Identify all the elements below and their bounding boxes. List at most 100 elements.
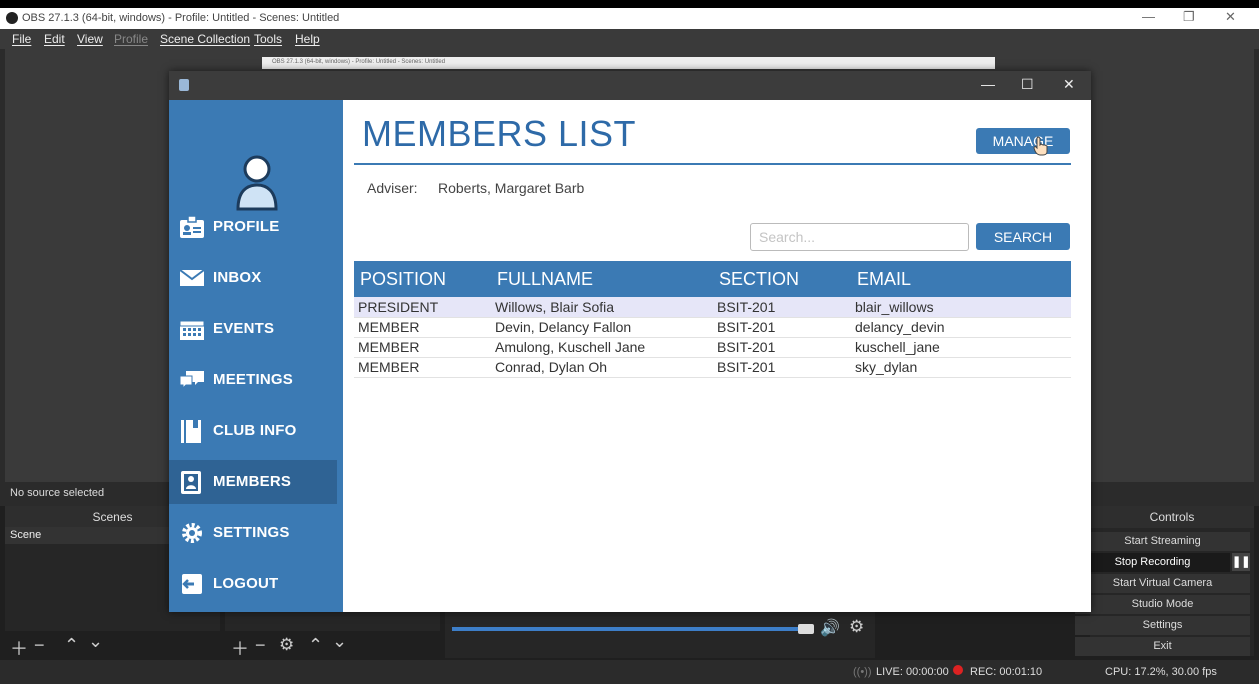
recording-dot-icon xyxy=(953,665,963,675)
search-input[interactable] xyxy=(750,223,969,251)
column-header-position[interactable]: POSITION xyxy=(354,261,491,297)
members-table: POSITION FULLNAME SECTION EMAIL PRESIDEN… xyxy=(354,261,1071,378)
chat-bubbles-icon xyxy=(179,371,204,390)
column-header-fullname[interactable]: FULLNAME xyxy=(491,261,713,297)
sidebar-item-settings[interactable]: SETTINGS xyxy=(169,511,337,555)
cell-fullname: Amulong, Kuschell Jane xyxy=(491,337,713,358)
adviser-name: Roberts, Margaret Barb xyxy=(438,180,585,196)
pause-recording-button[interactable]: ❚❚ xyxy=(1232,553,1250,571)
cell-fullname: Conrad, Dylan Oh xyxy=(491,357,713,378)
exit-button[interactable]: Exit xyxy=(1075,637,1250,656)
source-properties-gear-icon[interactable]: ⚙ xyxy=(279,635,294,655)
no-source-label: No source selected xyxy=(10,487,105,499)
menu-file[interactable]: File xyxy=(12,32,31,46)
cell-position: MEMBER xyxy=(354,337,491,358)
cell-fullname: Devin, Delancy Fallon xyxy=(491,317,713,338)
sidebar-item-logout[interactable]: LOGOUT xyxy=(169,562,337,606)
sidebar-item-label: PROFILE xyxy=(213,218,280,235)
stop-recording-button[interactable]: Stop Recording xyxy=(1075,553,1230,572)
menu-tools[interactable]: Tools xyxy=(254,32,282,46)
scene-item-label: Scene xyxy=(10,529,42,541)
volume-slider-handle[interactable] xyxy=(798,624,814,634)
search-button[interactable]: SEARCH xyxy=(976,223,1070,250)
gear-icon xyxy=(182,523,202,543)
table-row[interactable]: PRESIDENT Willows, Blair Sofia BSIT-201 … xyxy=(354,297,1071,318)
obs-menubar: File Edit View Profile Scene Collection … xyxy=(0,29,1259,49)
cell-section: BSIT-201 xyxy=(713,357,851,378)
sidebar-item-label: LOGOUT xyxy=(213,575,279,592)
cell-section: BSIT-201 xyxy=(713,317,851,338)
add-scene-icon[interactable]: ＋ xyxy=(10,635,28,661)
adviser-label: Adviser: xyxy=(367,180,418,196)
close-icon[interactable]: ✕ xyxy=(1225,9,1236,25)
menu-edit[interactable]: Edit xyxy=(44,32,65,46)
cell-section: BSIT-201 xyxy=(713,337,851,358)
table-row[interactable]: MEMBER Conrad, Dylan Oh BSIT-201 sky_dyl… xyxy=(354,357,1071,378)
app-close-button[interactable]: ✕ xyxy=(1063,76,1075,93)
obs-settings-button[interactable]: Settings xyxy=(1075,616,1250,635)
page-title: MEMBERS LIST xyxy=(362,113,637,154)
cell-email: sky_dylan xyxy=(851,357,1071,378)
add-source-icon[interactable]: ＋ xyxy=(231,635,249,661)
contacts-icon xyxy=(181,471,201,494)
live-indicator-icon: ((•)) xyxy=(853,666,872,678)
sidebar-item-label: MEMBERS xyxy=(213,473,292,490)
sidebar-item-profile[interactable]: PROFILE xyxy=(169,205,337,249)
volume-slider[interactable] xyxy=(452,627,812,631)
restore-icon[interactable]: ❐ xyxy=(1183,9,1195,25)
cell-fullname: Willows, Blair Sofia xyxy=(491,297,713,318)
hand-cursor-icon xyxy=(1033,136,1048,156)
move-source-down-icon[interactable]: ⌄ xyxy=(332,631,347,652)
remove-scene-icon[interactable]: − xyxy=(34,635,45,656)
table-row[interactable]: MEMBER Devin, Delancy Fallon BSIT-201 de… xyxy=(354,317,1071,338)
cell-email: kuschell_jane xyxy=(851,337,1071,358)
cell-email: delancy_devin xyxy=(851,317,1071,338)
sidebar-item-label: CLUB INFO xyxy=(213,422,297,439)
sidebar-item-label: SETTINGS xyxy=(213,524,290,541)
start-streaming-button[interactable]: Start Streaming xyxy=(1075,532,1250,551)
live-timer: LIVE: 00:00:00 xyxy=(876,666,949,678)
rec-timer: REC: 00:01:10 xyxy=(970,666,1043,678)
move-source-up-icon[interactable]: ⌃ xyxy=(308,635,323,656)
mixer-scale xyxy=(452,611,872,619)
title-divider xyxy=(354,163,1071,165)
app-minimize-button[interactable]: — xyxy=(981,76,995,92)
book-icon xyxy=(181,420,201,443)
obs-titlebar: OBS 27.1.3 (64-bit, windows) - Profile: … xyxy=(0,8,1259,29)
cell-position: MEMBER xyxy=(354,317,491,338)
studio-mode-button[interactable]: Studio Mode xyxy=(1075,595,1250,614)
sidebar-item-events[interactable]: EVENTS xyxy=(169,307,337,351)
speaker-icon[interactable]: 🔊 xyxy=(820,618,840,638)
sidebar-item-club-info[interactable]: CLUB INFO xyxy=(169,409,337,453)
mixer-gear-icon[interactable]: ⚙ xyxy=(849,617,864,637)
calendar-icon xyxy=(179,320,205,340)
sidebar-item-label: EVENTS xyxy=(213,320,275,337)
obs-statusbar: ((•)) LIVE: 00:00:00 REC: 00:01:10 CPU: … xyxy=(0,660,1259,684)
sidebar-item-meetings[interactable]: MEETINGS xyxy=(169,358,337,402)
main-content: MEMBERS LIST MANAGE Adviser: Roberts, Ma… xyxy=(343,100,1091,612)
move-scene-up-icon[interactable]: ⌃ xyxy=(64,635,79,656)
app-titlebar: — ☐ ✕ xyxy=(169,71,1091,100)
sidebar: PROFILE INBOX EVENTS MEETINGS CLUB INFO … xyxy=(169,100,343,612)
start-virtual-camera-button[interactable]: Start Virtual Camera xyxy=(1075,574,1250,593)
obs-window-title: OBS 27.1.3 (64-bit, windows) - Profile: … xyxy=(22,12,340,24)
menu-scene-collection[interactable]: Scene Collection xyxy=(160,32,250,46)
table-header-row: POSITION FULLNAME SECTION EMAIL xyxy=(354,261,1071,297)
app-maximize-button[interactable]: ☐ xyxy=(1021,76,1034,93)
table-row[interactable]: MEMBER Amulong, Kuschell Jane BSIT-201 k… xyxy=(354,337,1071,358)
sidebar-item-label: INBOX xyxy=(213,269,262,286)
id-card-icon xyxy=(180,215,204,238)
cell-position: MEMBER xyxy=(354,357,491,378)
column-header-email[interactable]: EMAIL xyxy=(851,261,1071,297)
controls-header: Controls xyxy=(1090,506,1254,528)
sidebar-item-inbox[interactable]: INBOX xyxy=(169,256,337,300)
menu-view[interactable]: View xyxy=(77,32,103,46)
remove-source-icon[interactable]: − xyxy=(255,635,266,656)
sidebar-item-members[interactable]: MEMBERS xyxy=(169,460,337,504)
menu-profile[interactable]: Profile xyxy=(114,32,148,46)
column-header-section[interactable]: SECTION xyxy=(713,261,851,297)
minimize-icon[interactable]: — xyxy=(1142,9,1155,24)
move-scene-down-icon[interactable]: ⌄ xyxy=(88,631,103,652)
manage-button[interactable]: MANAGE xyxy=(976,128,1070,154)
menu-help[interactable]: Help xyxy=(295,32,320,46)
